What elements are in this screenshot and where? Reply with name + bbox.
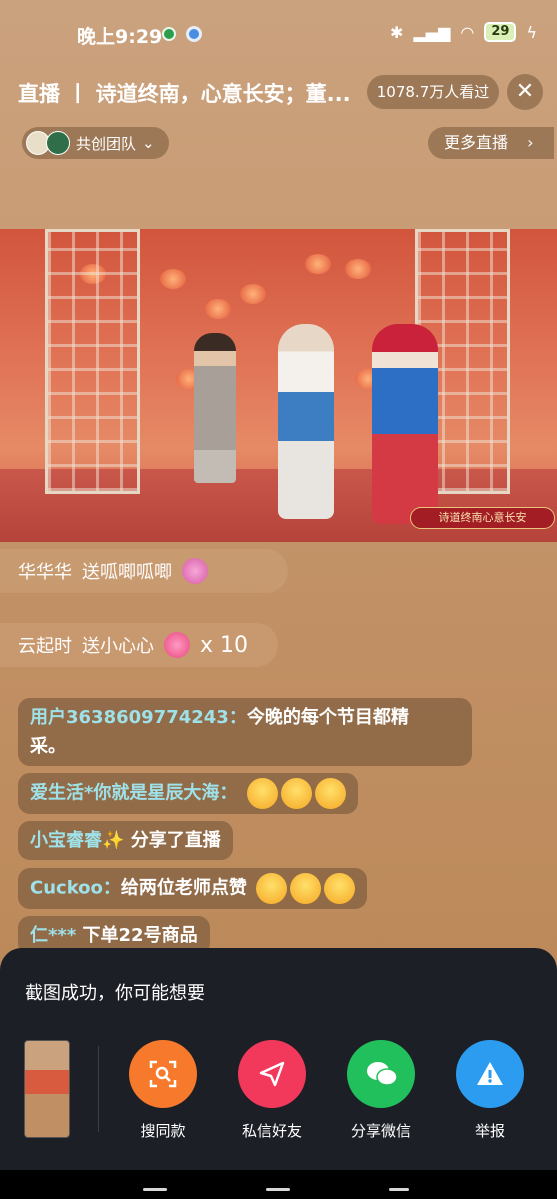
- signal-icon: ▂▄▆: [413, 22, 451, 42]
- comment-user: 小宝睿睿✨: [30, 830, 125, 851]
- lantern: [345, 259, 371, 279]
- laugh-cry-emoji-icon: [246, 778, 278, 809]
- report-button[interactable]: 举报: [445, 1040, 535, 1141]
- screenshot-share-panel: 截图成功，你可能想要 搜同款 私信好友 分享微信 举报: [0, 948, 557, 1170]
- chevron-right-icon: ›: [527, 133, 534, 152]
- lantern: [240, 284, 266, 304]
- gift-text: 送小心心: [82, 636, 154, 657]
- chevron-down-icon: ⌄: [142, 134, 155, 152]
- gift-text: 送呱唧呱唧: [82, 562, 172, 583]
- gift-user: 华华华: [18, 562, 72, 583]
- app-notification-icon-2: [186, 26, 202, 42]
- comment-user: 爱生活*你就是星辰大海：: [30, 782, 238, 804]
- action-label: 私信好友: [241, 1122, 302, 1140]
- flower-gift-icon: [182, 558, 208, 584]
- laugh-cry-emoji-icon: [314, 778, 346, 809]
- gift-count: x 10: [200, 632, 249, 658]
- opera-performer-2: [372, 324, 438, 524]
- comment-user: 仁***: [30, 925, 77, 946]
- wechat-icon: [347, 1040, 415, 1108]
- send-icon: [238, 1040, 306, 1108]
- home-nav-icon[interactable]: [266, 1188, 290, 1191]
- host-figure: [194, 333, 236, 483]
- comment-user: 用户3638609774243：: [30, 707, 247, 728]
- divider: [98, 1046, 99, 1132]
- team-label: 共创团队: [76, 134, 137, 153]
- live-video[interactable]: 诗道终南心意长安: [0, 229, 557, 542]
- team-button[interactable]: 共创团队 ⌄: [22, 127, 169, 159]
- system-icons: ✱ ▂▄▆ ◠ 29 ϟ: [390, 22, 537, 42]
- close-button[interactable]: ✕: [507, 74, 543, 110]
- action-label: 搜同款: [140, 1122, 186, 1140]
- message-friend-button[interactable]: 私信好友: [227, 1040, 317, 1141]
- heart-gift-icon: [164, 632, 190, 658]
- chat-comment[interactable]: Cuckoo：给两位老师点赞: [18, 868, 368, 909]
- comment-text: 下单22号商品: [76, 925, 198, 946]
- gift-user: 云起时: [18, 636, 72, 657]
- comment-text-cont: 采。: [30, 736, 66, 757]
- lantern: [305, 254, 331, 274]
- bluetooth-icon: ✱: [390, 22, 404, 42]
- laugh-cry-emoji-icon: [280, 778, 312, 809]
- avatar: [46, 131, 70, 155]
- app-notification-icon: [162, 27, 176, 41]
- chat-comment[interactable]: 小宝睿睿✨ 分享了直播: [18, 821, 233, 860]
- back-nav-icon[interactable]: [389, 1188, 409, 1191]
- comment-text: 给两位老师点赞: [120, 877, 247, 899]
- warning-icon: [456, 1040, 524, 1108]
- system-nav-bar: [0, 1170, 557, 1199]
- opera-performer-1: [278, 324, 334, 519]
- action-label: 分享微信: [350, 1122, 411, 1140]
- charging-icon: ϟ: [526, 22, 537, 42]
- status-time: 晚上9:29: [77, 26, 163, 48]
- grin-emoji-icon: [290, 873, 322, 904]
- more-live-label: 更多直播: [444, 133, 509, 152]
- share-wechat-button[interactable]: 分享微信: [336, 1040, 426, 1141]
- lantern: [160, 269, 186, 289]
- scan-search-icon: [129, 1040, 197, 1108]
- comment-user: Cuckoo：: [30, 877, 121, 899]
- chat-comment[interactable]: 用户3638609774243：今晚的每个节目都精 采。: [18, 698, 472, 766]
- status-bar: 晚上9:29 ✱ ▂▄▆ ◠ 29 ϟ: [0, 0, 557, 68]
- chat-comment[interactable]: 爱生活*你就是星辰大海：: [18, 773, 358, 814]
- lantern: [205, 299, 231, 319]
- comment-text: 今晚的每个节目都精: [246, 707, 409, 728]
- close-icon: ✕: [515, 79, 535, 104]
- live-title[interactable]: 直播 丨 诗道终南，心意长安；董...: [18, 78, 368, 108]
- grin-emoji-icon: [324, 873, 356, 904]
- comment-text: 分享了直播: [124, 830, 221, 851]
- gift-message: 华华华 送呱唧呱唧: [0, 549, 288, 593]
- gift-message: 云起时 送小心心 x 10: [0, 623, 278, 667]
- menu-nav-icon[interactable]: [143, 1188, 167, 1191]
- panel-title: 截图成功，你可能想要: [25, 983, 205, 1004]
- viewer-count[interactable]: 1078.7万人看过: [367, 75, 499, 109]
- screenshot-thumbnail[interactable]: [24, 1040, 70, 1138]
- action-label: 举报: [474, 1122, 505, 1140]
- more-live-button[interactable]: 更多直播 ›: [428, 127, 554, 159]
- battery-icon: 29: [484, 22, 517, 42]
- program-banner: 诗道终南心意长安: [410, 507, 555, 529]
- wifi-icon: ◠: [460, 22, 475, 42]
- search-same-button[interactable]: 搜同款: [118, 1040, 208, 1141]
- grin-emoji-icon: [256, 873, 288, 904]
- lattice-screen-left: [45, 229, 140, 494]
